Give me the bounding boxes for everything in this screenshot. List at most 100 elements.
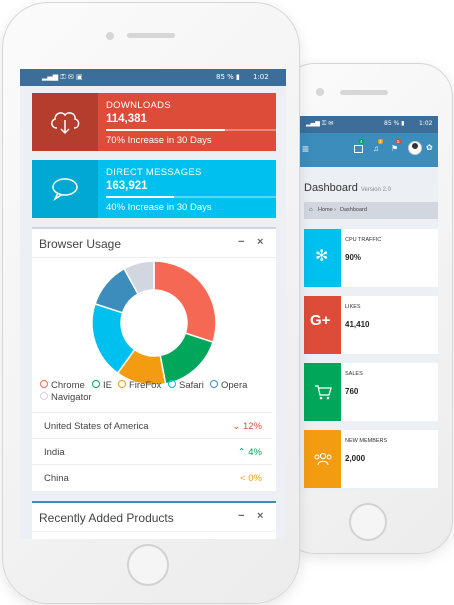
tile-value: 90%	[345, 253, 362, 262]
tile-value: 41,410	[345, 320, 370, 329]
back-status-bar: ▂▄▆ ⚿ ✉ 85 % ▮ 1:02	[298, 116, 438, 133]
card-title: DOWNLOADS	[106, 100, 171, 111]
gear-icon: ✻	[315, 248, 329, 265]
front-status-bar: ▂▄▆ ⚿ ✉ ▣ 85 % ▮ 1:02	[20, 69, 286, 86]
box-divider	[32, 531, 276, 532]
country-name: India	[44, 447, 65, 458]
legend-item-navigator: Navigator	[40, 392, 92, 403]
trend-arrow-icon: ⌃	[237, 447, 246, 458]
page-title: Dashboard Version 2.0	[304, 182, 391, 194]
donut-slice-chrome[interactable]	[153, 261, 217, 344]
minimize-button[interactable]: −	[238, 510, 244, 522]
front-phone: ▂▄▆ ⚿ ✉ ▣ 85 % ▮ 1:02 DOWNLOADS 114,381 …	[2, 2, 300, 604]
card-description: 40% Increase in 30 Days	[106, 202, 212, 213]
settings-icon[interactable]: ✿	[426, 143, 433, 152]
country-percent: ⌃ 4%	[238, 447, 262, 458]
tile-label: LIKES	[345, 304, 361, 310]
table-row[interactable]: United States of America ⌄ 12%	[32, 412, 272, 439]
legend-label: Opera	[221, 380, 248, 391]
back-screen: ▂▄▆ ⚿ ✉ 85 % ▮ 1:02 ≡ 4 ♫ 3 ⚑ 5 ✿ Dashbo…	[298, 116, 438, 490]
notifications-icon[interactable]: ♫	[373, 144, 379, 153]
legend-item-chrome: Chrome	[40, 380, 85, 391]
front-camera	[106, 32, 114, 40]
close-button[interactable]: ×	[257, 510, 263, 522]
tasks-icon[interactable]: ⚑	[391, 144, 398, 153]
legend-marker	[40, 380, 48, 388]
card-value: 114,381	[106, 113, 147, 125]
box-title: Browser Usage	[39, 237, 122, 251]
breadcrumb-separator: ›	[334, 207, 336, 213]
card-progress-fill	[106, 196, 174, 198]
back-app-header: ≡ 4 ♫ 3 ⚑ 5 ✿	[298, 133, 438, 167]
card-value: 163,921	[106, 180, 148, 192]
tile-icon-box	[304, 363, 341, 421]
breadcrumb-home[interactable]: Home	[318, 207, 333, 213]
tile-value: 760	[345, 387, 359, 396]
legend-marker	[92, 380, 100, 388]
card-progress-bar	[106, 129, 276, 131]
card-icon-box	[32, 93, 98, 151]
page-title-text: Dashboard	[304, 182, 358, 194]
tasks-badge: 5	[396, 139, 401, 144]
legend-item-safari: Safari	[168, 380, 204, 391]
notifications-badge: 3	[378, 139, 383, 144]
page-subtitle: Version 2.0	[360, 187, 391, 193]
tile-new-members: NEW MEMBERS 2,000	[304, 430, 438, 488]
tile-value: 2,000	[345, 454, 366, 463]
breadcrumb: ⌂ Home › Dashboard	[304, 202, 438, 219]
tile-icon-box	[304, 430, 341, 488]
percent-value: 4%	[248, 447, 262, 458]
front-home-button[interactable]	[127, 544, 169, 586]
legend-label: Safari	[179, 380, 204, 391]
menu-icon[interactable]: ≡	[302, 142, 309, 156]
front-battery: 85 % ▮	[216, 73, 240, 81]
shopping-cart-icon	[315, 385, 332, 400]
card-progress-bar	[106, 196, 276, 198]
country-percent: < 0%	[240, 473, 262, 484]
back-status-icons: ▂▄▆ ⚿ ✉	[306, 120, 334, 127]
back-battery: 85 % ▮	[384, 120, 405, 127]
legend-label: Chrome	[51, 380, 85, 391]
back-home-button[interactable]	[349, 503, 387, 541]
back-camera	[316, 88, 324, 96]
legend-item-opera: Opera	[210, 380, 247, 391]
tile-label: CPU TRAFFIC	[345, 237, 382, 243]
percent-value: 0%	[248, 473, 262, 484]
chart-legend: Chrome IE FireFox Safari Opera Navigator	[32, 380, 276, 410]
legend-marker	[40, 392, 48, 400]
direct-messages-card: DIRECT MESSAGES 163,921 40% Increase in …	[32, 160, 276, 218]
tile-label: SALES	[345, 371, 363, 377]
trend-arrow-icon: ⌄	[232, 421, 241, 432]
users-icon	[314, 452, 332, 466]
country-percent: ⌄ 12%	[232, 421, 262, 432]
tile-cpu-traffic: ✻ CPU TRAFFIC 90%	[304, 229, 438, 287]
legend-marker	[210, 380, 218, 388]
front-status-icons: ▂▄▆ ⚿ ✉ ▣	[42, 73, 83, 81]
tile-icon-box: G+	[304, 296, 341, 354]
legend-item-firefox: FireFox	[118, 380, 161, 391]
card-progress-fill	[106, 129, 225, 131]
country-name: United States of America	[44, 421, 149, 432]
browser-usage-box: Browser Usage − × Chrome IE FireFox Safari O…	[32, 227, 276, 491]
legend-marker	[118, 380, 126, 388]
back-speaker	[340, 90, 388, 95]
trend-arrow-icon: <	[240, 473, 246, 484]
box-title: Recently Added Products	[39, 511, 174, 525]
cloud-download-icon	[51, 112, 80, 135]
legend-label: FireFox	[129, 380, 162, 391]
avatar[interactable]	[408, 141, 422, 155]
legend-item-ie: IE	[92, 380, 112, 391]
front-screen: ▂▄▆ ⚿ ✉ ▣ 85 % ▮ 1:02 DOWNLOADS 114,381 …	[20, 69, 286, 539]
minimize-button[interactable]: −	[238, 236, 244, 248]
close-button[interactable]: ×	[257, 236, 263, 248]
donut-slice-ie[interactable]	[159, 332, 214, 385]
tile-icon-box: ✻	[304, 229, 341, 287]
table-row[interactable]: India ⌃ 4%	[32, 438, 272, 465]
table-row[interactable]: China < 0%	[32, 464, 272, 491]
box-divider	[32, 257, 276, 258]
legend-label: IE	[103, 380, 112, 391]
legend-marker	[168, 380, 176, 388]
card-title: DIRECT MESSAGES	[106, 167, 202, 178]
messages-icon[interactable]	[354, 145, 363, 153]
front-time: 1:02	[253, 73, 269, 81]
